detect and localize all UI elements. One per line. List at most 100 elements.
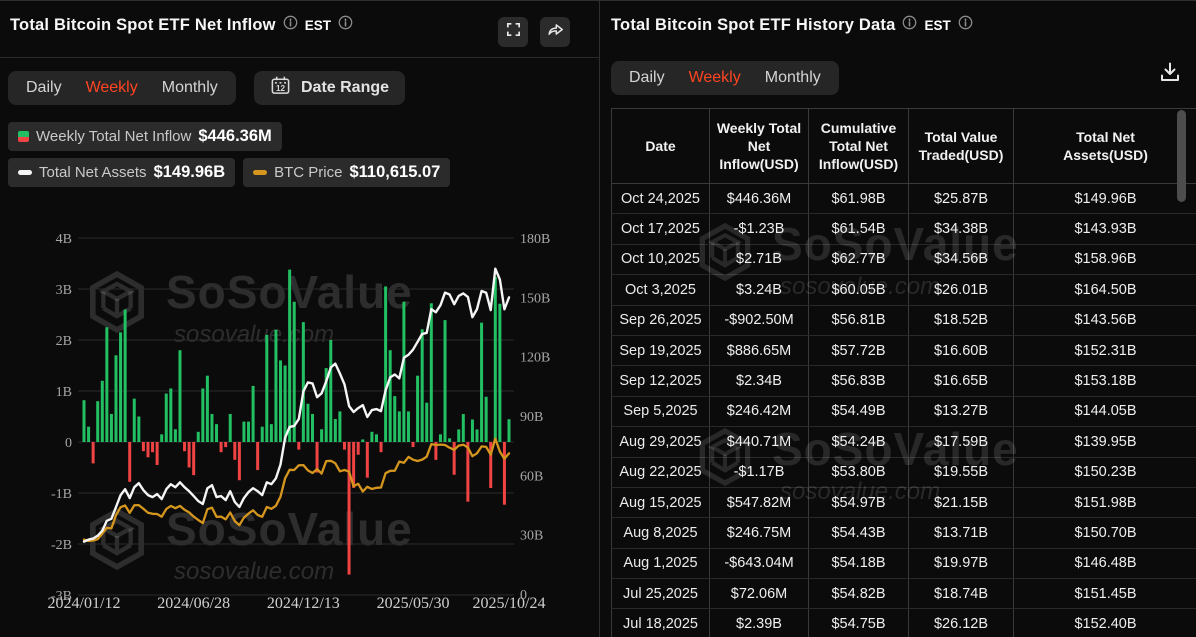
right-panel-header: Total Bitcoin Spot ETF History Data EST [611, 15, 973, 35]
cell-net-assets: $150.70B [1014, 518, 1196, 548]
etf-inflow-chart[interactable]: 4B3B2B1B0-1B-2B-3B180B150B120B90B60B30B0… [0, 196, 600, 637]
tab-weekly[interactable]: Weekly [677, 65, 753, 91]
svg-text:2024/12/13: 2024/12/13 [267, 595, 340, 612]
cell-value-traded: $21.15B [909, 487, 1014, 517]
svg-text:30B: 30B [520, 529, 543, 544]
cell-cumulative-inflow: $54.97B [809, 487, 909, 517]
cell-date: Oct 17,2025 [612, 214, 710, 244]
cell-value-traded: $26.01B [909, 275, 1014, 305]
table-row: Aug 22,2025-$1.17B$53.80B$19.55B$150.23B [612, 457, 1196, 487]
btc-line-chip-icon [253, 170, 267, 175]
cell-net-assets: $151.45B [1014, 579, 1196, 609]
cell-date: Sep 19,2025 [612, 335, 710, 365]
info-icon[interactable] [958, 15, 973, 35]
legend-btc-price[interactable]: BTC Price $110,615.07 [243, 158, 450, 187]
svg-text:2024/01/12: 2024/01/12 [48, 595, 121, 612]
table-row: Aug 29,2025$440.71M$54.24B$17.59B$139.95… [612, 427, 1196, 457]
cell-net-assets: $143.93B [1014, 214, 1196, 244]
table-row: Aug 1,2025-$643.04M$54.18B$19.97B$146.48… [612, 548, 1196, 578]
tab-monthly[interactable]: Monthly [150, 75, 230, 101]
cell-cumulative-inflow: $61.98B [809, 184, 909, 214]
col-header-cumulative-inflow: Cumulative Total Net Inflow(USD) [809, 109, 909, 184]
cell-net-assets: $152.40B [1014, 609, 1196, 637]
page-title: Total Bitcoin Spot ETF History Data [611, 16, 895, 35]
table-row: Sep 26,2025-$902.50M$56.81B$18.52B$143.5… [612, 305, 1196, 335]
table-row: Oct 3,2025$3.24B$60.05B$26.01B$164.50B [612, 275, 1196, 305]
tab-weekly[interactable]: Weekly [74, 75, 150, 101]
est-timezone-label: EST [305, 18, 331, 33]
svg-text:90B: 90B [520, 410, 543, 425]
svg-text:180B: 180B [520, 232, 550, 247]
share-button[interactable] [540, 17, 570, 47]
cell-cumulative-inflow: $57.72B [809, 335, 909, 365]
cell-weekly-inflow: $446.36M [710, 184, 809, 214]
legend-row-2: Total Net Assets $149.96B BTC Price $110… [8, 158, 450, 187]
cell-value-traded: $18.52B [909, 305, 1014, 335]
assets-line-chip-icon [18, 170, 32, 175]
table-scrollbar-thumb[interactable] [1177, 110, 1186, 202]
tab-monthly[interactable]: Monthly [753, 65, 833, 91]
share-icon [546, 20, 565, 44]
page-title: Total Bitcoin Spot ETF Net Inflow [10, 16, 276, 35]
cell-net-assets: $153.18B [1014, 366, 1196, 396]
cell-cumulative-inflow: $54.75B [809, 609, 909, 637]
table-row: Jul 25,2025$72.06M$54.82B$18.74B$151.45B [612, 579, 1196, 609]
fullscreen-button[interactable] [498, 17, 528, 47]
cell-date: Jul 25,2025 [612, 579, 710, 609]
legend-total-net-assets[interactable]: Total Net Assets $149.96B [8, 158, 235, 187]
table-row: Aug 8,2025$246.75M$54.43B$13.71B$150.70B [612, 518, 1196, 548]
date-range-label: Date Range [301, 79, 389, 97]
cell-weekly-inflow: $72.06M [710, 579, 809, 609]
svg-text:60B: 60B [520, 469, 543, 484]
cell-weekly-inflow: $3.24B [710, 275, 809, 305]
header-divider [0, 57, 600, 58]
cell-cumulative-inflow: $56.81B [809, 305, 909, 335]
cell-weekly-inflow: -$902.50M [710, 305, 809, 335]
cell-net-assets: $146.48B [1014, 548, 1196, 578]
svg-text:150B: 150B [520, 291, 550, 306]
svg-text:-1B: -1B [51, 487, 72, 502]
table-row: Jul 18,2025$2.39B$54.75B$26.12B$152.40B [612, 609, 1196, 637]
cell-weekly-inflow: $2.39B [710, 609, 809, 637]
download-icon [1158, 60, 1182, 89]
cell-value-traded: $17.59B [909, 427, 1014, 457]
legend-value: $149.96B [154, 163, 226, 182]
cell-net-assets: $143.56B [1014, 305, 1196, 335]
cell-net-assets: $164.50B [1014, 275, 1196, 305]
cell-weekly-inflow: $547.82M [710, 487, 809, 517]
svg-text:12: 12 [276, 84, 286, 93]
info-icon[interactable] [338, 15, 353, 35]
date-range-button[interactable]: 12 Date Range [254, 71, 405, 105]
cell-value-traded: $16.60B [909, 335, 1014, 365]
legend-weekly-net-inflow[interactable]: Weekly Total Net Inflow $446.36M [8, 122, 282, 151]
bar-series-chip-icon [18, 131, 29, 142]
cell-date: Sep 5,2025 [612, 396, 710, 426]
table-row: Oct 24,2025$446.36M$61.98B$25.87B$149.96… [612, 184, 1196, 214]
cell-cumulative-inflow: $54.18B [809, 548, 909, 578]
cell-cumulative-inflow: $61.54B [809, 214, 909, 244]
cell-date: Aug 29,2025 [612, 427, 710, 457]
cell-value-traded: $13.71B [909, 518, 1014, 548]
cell-cumulative-inflow: $54.49B [809, 396, 909, 426]
cell-date: Sep 26,2025 [612, 305, 710, 335]
cell-date: Oct 3,2025 [612, 275, 710, 305]
info-icon[interactable] [283, 15, 298, 35]
left-panel-header: Total Bitcoin Spot ETF Net Inflow EST [10, 15, 353, 35]
cell-date: Jul 18,2025 [612, 609, 710, 637]
cell-date: Oct 10,2025 [612, 244, 710, 274]
svg-text:2B: 2B [56, 334, 72, 349]
table-row: Oct 10,2025$2.71B$62.77B$34.56B$158.96B [612, 244, 1196, 274]
download-button[interactable] [1153, 59, 1187, 89]
cell-net-assets: $151.98B [1014, 487, 1196, 517]
table-period-tabs: Daily Weekly Monthly [611, 61, 839, 95]
legend-value: $110,615.07 [349, 163, 440, 182]
table-row: Aug 15,2025$547.82M$54.97B$21.15B$151.98… [612, 487, 1196, 517]
svg-text:2025/10/24: 2025/10/24 [473, 595, 546, 612]
col-header-value-traded: Total Value Traded(USD) [909, 109, 1014, 184]
info-icon[interactable] [902, 15, 917, 35]
tab-daily[interactable]: Daily [14, 75, 74, 101]
cell-date: Aug 15,2025 [612, 487, 710, 517]
svg-text:1B: 1B [56, 385, 72, 400]
cell-weekly-inflow: -$1.23B [710, 214, 809, 244]
tab-daily[interactable]: Daily [617, 65, 677, 91]
